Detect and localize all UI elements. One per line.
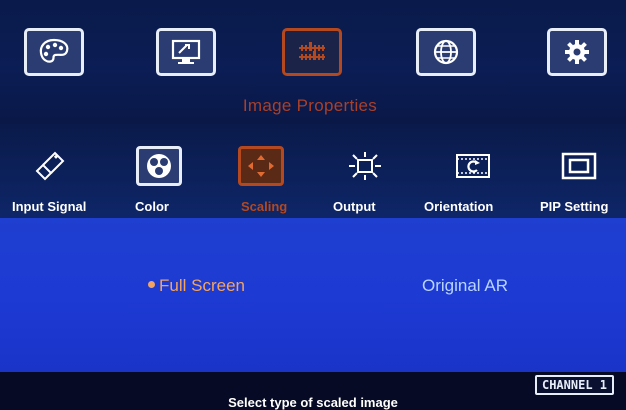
color-dots-icon[interactable]	[136, 146, 182, 186]
menu-title: Image Properties	[242, 96, 378, 115]
option-original-ar-label: Original AR	[422, 276, 508, 295]
sub-menu-input-signal[interactable]: Input Signal	[12, 199, 86, 214]
sub-menu-orientation[interactable]: Orientation	[424, 199, 493, 214]
selected-bullet-icon	[148, 281, 155, 289]
scaling-arrows-icon[interactable]	[238, 146, 284, 186]
usb-plug-icon[interactable]	[28, 146, 74, 186]
pip-window-icon[interactable]	[556, 146, 602, 186]
globe-icon[interactable]	[416, 28, 476, 76]
rotate-icon[interactable]	[450, 146, 496, 186]
option-original-ar[interactable]: Original AR	[422, 276, 508, 296]
gear-icon[interactable]	[547, 28, 607, 76]
output-display-icon[interactable]	[342, 146, 388, 186]
sub-menu-bar	[0, 124, 626, 218]
channel-badge: CHANNEL 1	[534, 375, 614, 395]
sub-menu-output[interactable]: Output	[333, 199, 376, 214]
options-panel	[0, 218, 626, 372]
option-full-screen[interactable]: Full Screen	[148, 276, 245, 296]
option-full-screen-label: Full Screen	[159, 276, 245, 295]
sub-menu-pip-setting[interactable]: PIP Setting	[540, 199, 608, 214]
sub-menu-color[interactable]: Color	[135, 199, 169, 214]
sub-menu-scaling[interactable]: Scaling	[241, 199, 287, 214]
hint-text: Select type of scaled image	[228, 395, 398, 410]
monitor-settings-icon[interactable]	[156, 28, 216, 76]
osd-screen: Image Properties Input Signal Color Scal…	[0, 0, 626, 410]
image-properties-icon[interactable]	[282, 28, 342, 76]
palette-icon[interactable]	[24, 28, 84, 76]
